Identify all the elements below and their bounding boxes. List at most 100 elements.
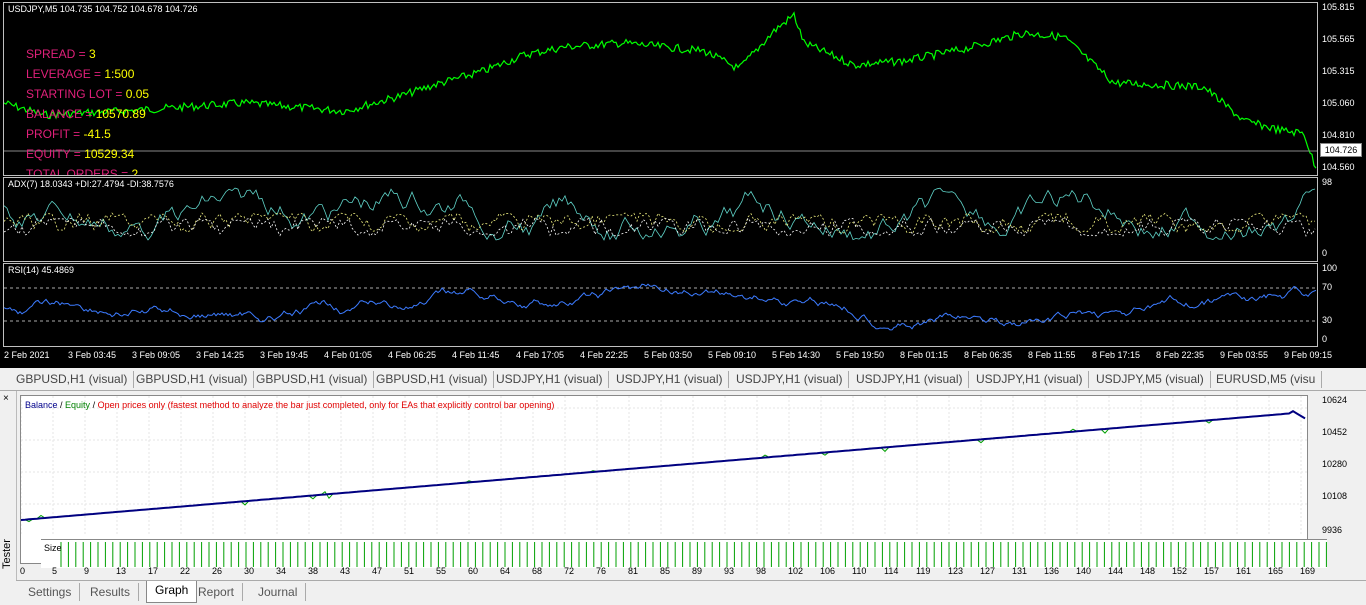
tester-side-bar: × Tester xyxy=(0,391,17,604)
rsi-series xyxy=(4,283,1317,331)
ea-stat-line: BALANCE = 10570.89 xyxy=(26,107,146,121)
chart-tab[interactable]: GBPUSD,H1 (visual) xyxy=(10,371,135,388)
ea-stat-line: LEVERAGE = 1:500 xyxy=(26,67,134,81)
time-tick-label: 4 Feb 17:05 xyxy=(516,350,565,360)
axis-tick-label: 0 xyxy=(1322,334,1328,344)
time-tick-label: 5 Feb 19:50 xyxy=(836,350,885,360)
close-icon[interactable]: × xyxy=(3,393,9,404)
graph-x-tick: 144 xyxy=(1108,566,1124,576)
axis-tick-label: 104.810 xyxy=(1322,130,1355,140)
chart-tab[interactable]: USDJPY,H1 (visual) xyxy=(850,371,970,388)
time-tick-label: 3 Feb 09:05 xyxy=(132,350,181,360)
chart-tab[interactable]: GBPUSD,H1 (visual) xyxy=(130,371,255,388)
ea-stat-line: TOTAL ORDERS = 2 xyxy=(26,167,138,176)
graph-x-tick: 64 xyxy=(500,566,511,576)
graph-x-tick: 131 xyxy=(1012,566,1028,576)
graph-x-tick: 72 xyxy=(564,566,575,576)
ea-stat-value: 10570.89 xyxy=(95,107,146,121)
tester-tab-settings[interactable]: Settings xyxy=(20,583,81,601)
legend-equity: Equity xyxy=(65,400,91,410)
time-tick-label: 5 Feb 03:50 xyxy=(644,350,693,360)
graph-x-tick: 38 xyxy=(308,566,319,576)
graph-x-tick: 55 xyxy=(436,566,447,576)
graph-x-tick: 106 xyxy=(820,566,836,576)
chart-tab[interactable]: EURUSD,M5 (visu xyxy=(1210,371,1323,388)
graph-x-tick: 30 xyxy=(244,566,255,576)
ea-stat-line: STARTING LOT = 0.05 xyxy=(26,87,149,101)
rsi-axis: 100 70 30 0 xyxy=(1318,263,1366,345)
chart-tab[interactable]: USDJPY,H1 (visual) xyxy=(610,371,730,388)
chart-tab[interactable]: GBPUSD,H1 (visual) xyxy=(250,371,375,388)
graph-x-tick: 98 xyxy=(756,566,767,576)
ea-stat-key: SPREAD = xyxy=(26,47,90,61)
graph-x-tick: 81 xyxy=(628,566,639,576)
graph-y-axis: 10624 10452 10280 10108 9936 xyxy=(1308,395,1364,565)
graph-x-tick: 0 xyxy=(20,566,26,576)
adx-pane[interactable]: ADX(7) 18.0343 +DI:27.4794 -DI:38.7576 xyxy=(3,177,1318,262)
time-tick-label: 5 Feb 14:30 xyxy=(772,350,821,360)
axis-tick-label: 10624 xyxy=(1322,395,1348,405)
axis-tick-label: 105.815 xyxy=(1322,2,1355,12)
graph-x-tick: 148 xyxy=(1140,566,1156,576)
graph-x-tick: 34 xyxy=(276,566,287,576)
rsi-label: RSI(14) 45.4869 xyxy=(8,265,75,275)
tester-tab-journal[interactable]: Journal xyxy=(250,583,307,601)
ea-stat-key: TOTAL ORDERS = xyxy=(26,167,132,176)
graph-x-tick: 119 xyxy=(916,566,931,576)
chart-tab[interactable]: GBPUSD,H1 (visual) xyxy=(370,371,495,388)
time-tick-label: 4 Feb 22:25 xyxy=(580,350,629,360)
price-pane[interactable]: USDJPY,M5 104.735 104.752 104.678 104.72… xyxy=(3,2,1318,176)
tester-tab-results[interactable]: Results xyxy=(82,583,140,601)
graph-x-tick: 102 xyxy=(788,566,804,576)
graph-x-tick: 136 xyxy=(1044,566,1060,576)
adx-label: ADX(7) 18.0343 +DI:27.4794 -DI:38.7576 xyxy=(8,179,174,189)
graph-x-tick: 110 xyxy=(852,566,867,576)
graph-x-tick: 22 xyxy=(180,566,191,576)
legend-sep: / xyxy=(90,400,98,410)
graph-x-tick: 60 xyxy=(468,566,479,576)
time-tick-label: 3 Feb 19:45 xyxy=(260,350,309,360)
chart-tab[interactable]: USDJPY,H1 (visual) xyxy=(490,371,610,388)
graph-x-axis: 0 5 9 13 17 22 26 30 34 38 43 47 51 55 60 64 68 72 76 81 85 8… xyxy=(20,565,1315,579)
time-tick-label: 9 Feb 09:15 xyxy=(1284,350,1333,360)
axis-tick-label: 10280 xyxy=(1322,459,1348,469)
chart-window[interactable]: USDJPY,M5 104.735 104.752 104.678 104.72… xyxy=(0,0,1366,368)
adx-indicator-chart xyxy=(4,187,1316,241)
ea-stat-value: 10529.34 xyxy=(84,147,135,161)
balance-equity-chart xyxy=(21,396,1307,534)
chart-tab[interactable]: USDJPY,H1 (visual) xyxy=(970,371,1090,388)
axis-tick-label: 10452 xyxy=(1322,427,1348,437)
axis-tick-label: 9936 xyxy=(1322,525,1343,535)
axis-tick-label: 100 xyxy=(1322,263,1338,273)
legend-balance: Balance xyxy=(25,400,58,410)
axis-tick-label: 104.560 xyxy=(1322,162,1355,172)
ea-stat-line: SPREAD = 3 xyxy=(26,47,96,61)
price-label: USDJPY,M5 104.735 104.752 104.678 104.72… xyxy=(8,4,198,14)
rsi-pane[interactable]: RSI(14) 45.4869 xyxy=(3,263,1318,347)
price-line-chart xyxy=(4,11,1317,169)
chart-tabs: GBPUSD,H1 (visual) GBPUSD,H1 (visual) GBPU… xyxy=(0,368,1366,391)
axis-tick-label: 0 xyxy=(1322,248,1328,258)
strategy-tester-panel: × Tester Balance / Equity / Open prices … xyxy=(0,391,1366,605)
axis-tick-label: 105.060 xyxy=(1322,98,1355,108)
adx-axis: 98 0 xyxy=(1318,177,1366,260)
chart-tab[interactable]: USDJPY,H1 (visual) xyxy=(730,371,850,388)
axis-tick-label: 105.315 xyxy=(1322,66,1355,76)
axis-tick-label: 98 xyxy=(1322,177,1333,187)
graph-x-tick: 169 xyxy=(1300,566,1316,576)
axis-tick-label: 105.565 xyxy=(1322,34,1355,44)
axis-tick-label: 30 xyxy=(1322,315,1333,325)
current-price-tag: 104.726 xyxy=(1320,143,1362,157)
graph-x-tick: 51 xyxy=(404,566,415,576)
graph-x-tick: 17 xyxy=(148,566,159,576)
ea-stat-value: -41.5 xyxy=(83,127,111,141)
balance-graph[interactable]: Balance / Equity / Open prices only (fas… xyxy=(20,395,1327,568)
time-tick-label: 3 Feb 03:45 xyxy=(68,350,117,360)
ea-stat-line: EQUITY = 10529.34 xyxy=(26,147,134,161)
chart-tab[interactable]: USDJPY,M5 (visual) xyxy=(1090,371,1211,388)
tester-tab-report[interactable]: Report xyxy=(190,583,244,601)
time-tick-label: 4 Feb 11:45 xyxy=(452,350,500,360)
graph-x-tick: 157 xyxy=(1204,566,1220,576)
price-series xyxy=(4,11,1317,169)
graph-x-tick: 114 xyxy=(884,566,899,576)
